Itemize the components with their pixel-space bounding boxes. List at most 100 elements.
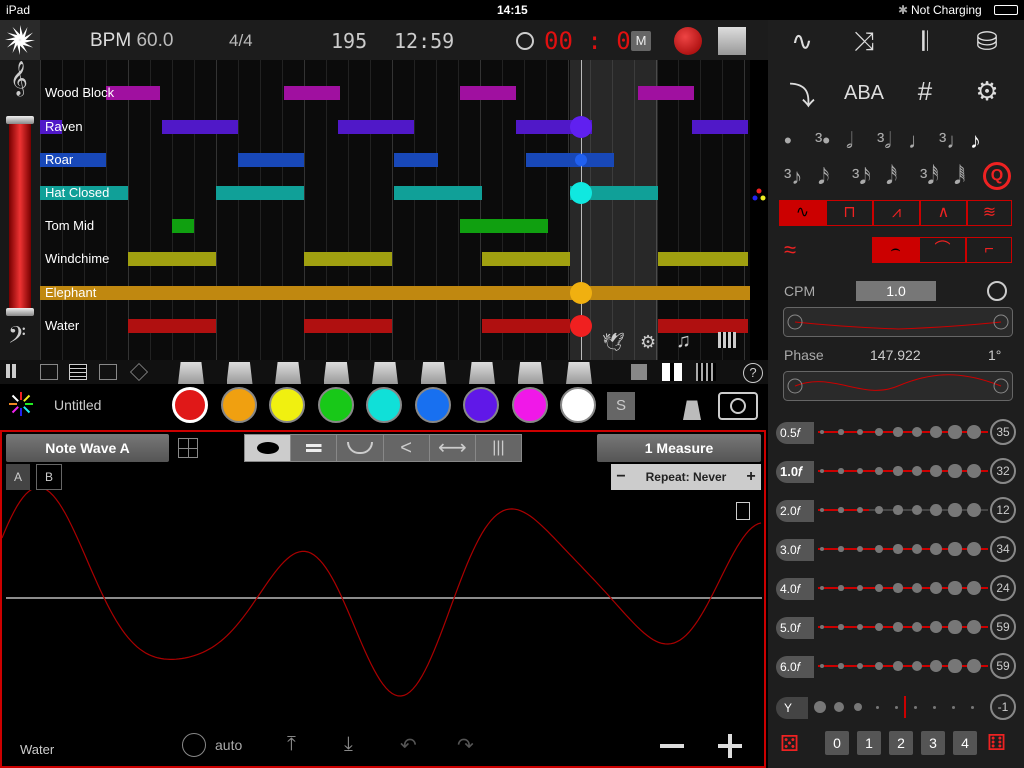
- harmonic-step[interactable]: [875, 467, 883, 475]
- note-duration-icon[interactable]: •: [784, 128, 792, 154]
- dice-left-icon[interactable]: ⚄: [780, 731, 814, 757]
- color-swatch[interactable]: [414, 387, 451, 423]
- note-block[interactable]: [238, 153, 304, 167]
- note-block[interactable]: [658, 319, 748, 333]
- track-label[interactable]: Hat Closed: [45, 185, 109, 200]
- grid-toggle-icon[interactable]: [178, 438, 198, 458]
- harmonic-step[interactable]: [948, 425, 962, 439]
- curve-mode-icon[interactable]: [337, 435, 384, 461]
- note-block[interactable]: [394, 186, 482, 200]
- harmonic-step[interactable]: [856, 467, 864, 475]
- note-block[interactable]: [658, 252, 748, 266]
- multi-view-icon[interactable]: [696, 363, 716, 381]
- harmonic-step[interactable]: [820, 469, 824, 473]
- note-block[interactable]: [284, 86, 340, 100]
- note-key[interactable]: [420, 362, 447, 384]
- harmonic-step[interactable]: [838, 507, 844, 513]
- list-view-icon[interactable]: [69, 364, 87, 380]
- note-key[interactable]: [323, 362, 350, 384]
- harmonic-step[interactable]: [948, 581, 962, 595]
- wave-title-button[interactable]: Note Wave A: [6, 434, 169, 462]
- harmonic-step[interactable]: [911, 465, 923, 477]
- preset-button[interactable]: 1: [857, 731, 881, 755]
- noise-wave-tab[interactable]: ≋: [967, 200, 1012, 226]
- aba-button[interactable]: ABA: [838, 82, 890, 105]
- note-duration-icon[interactable]: ♩: [908, 128, 930, 154]
- harmonic-value[interactable]: 59: [990, 653, 1016, 679]
- gear-icon[interactable]: ⚙: [640, 332, 656, 353]
- harmonic-step[interactable]: [911, 426, 923, 438]
- track-label[interactable]: Water: [45, 318, 79, 333]
- preset-button[interactable]: 2: [889, 731, 913, 755]
- harmonic-step[interactable]: [893, 583, 903, 593]
- app-badge-icon[interactable]: [8, 391, 34, 417]
- square-wave-tab[interactable]: ⊓: [826, 200, 873, 226]
- track-label[interactable]: Windchime: [45, 251, 109, 266]
- sine-wave-tab[interactable]: ∿: [779, 200, 826, 226]
- settings-icon[interactable]: ⚙: [967, 76, 1007, 107]
- color-swatch[interactable]: [317, 387, 354, 423]
- help-icon[interactable]: ?: [743, 363, 763, 383]
- solo-button[interactable]: S: [607, 392, 635, 420]
- y-step[interactable]: [875, 705, 879, 709]
- harmonic-step[interactable]: [820, 547, 824, 551]
- note-block[interactable]: [460, 219, 548, 233]
- harmonic-step[interactable]: [856, 584, 864, 592]
- harmonic-value[interactable]: 35: [990, 419, 1016, 445]
- split-view-icon[interactable]: [662, 363, 682, 381]
- grid-icon[interactable]: #: [905, 76, 945, 107]
- note-duration-icon[interactable]: ³𝅘𝅥𝅰: [920, 164, 939, 190]
- note-block[interactable]: [526, 153, 614, 167]
- repeat-increment[interactable]: +: [741, 468, 761, 486]
- y-step[interactable]: [970, 705, 974, 709]
- harmonic-step[interactable]: [820, 625, 824, 629]
- note-block[interactable]: [40, 286, 750, 300]
- bpm-display[interactable]: BPM 60.0: [90, 30, 173, 52]
- y-step[interactable]: [932, 705, 936, 709]
- harmonic-step[interactable]: [838, 429, 844, 435]
- undo-icon[interactable]: ↶: [400, 733, 417, 758]
- track-label[interactable]: Elephant: [45, 285, 96, 300]
- note-key[interactable]: [566, 362, 592, 384]
- note-key[interactable]: [372, 362, 398, 384]
- harmonic-step[interactable]: [893, 466, 903, 476]
- note-key[interactable]: [226, 362, 253, 384]
- y-offset-marker[interactable]: [904, 696, 906, 718]
- wave-view-icon[interactable]: [99, 364, 117, 380]
- note-key[interactable]: [275, 362, 301, 384]
- quantize-icon[interactable]: Q: [983, 162, 1011, 190]
- harmonic-value[interactable]: 24: [990, 575, 1016, 601]
- y-step[interactable]: [854, 703, 862, 711]
- music-note-icon[interactable]: ♫: [676, 330, 691, 353]
- harmonic-step[interactable]: [838, 468, 844, 474]
- harmonic-step[interactable]: [838, 624, 844, 630]
- harmonic-step[interactable]: [948, 659, 962, 673]
- note-block[interactable]: [692, 120, 748, 134]
- harmonic-step[interactable]: [948, 464, 962, 478]
- y-step[interactable]: [894, 705, 898, 709]
- note-block[interactable]: [394, 153, 438, 167]
- note-duration-icon[interactable]: 𝅘𝅥𝅱: [954, 164, 965, 190]
- harmonic-step[interactable]: [966, 502, 982, 518]
- harmonic-value[interactable]: 34: [990, 536, 1016, 562]
- track-label[interactable]: Tom Mid: [45, 218, 94, 233]
- harmonic-step[interactable]: [820, 430, 824, 434]
- harmonic-value[interactable]: 59: [990, 614, 1016, 640]
- export-icon[interactable]: ⤒: [287, 733, 296, 756]
- pause-icon[interactable]: [6, 364, 10, 378]
- harmonic-step[interactable]: [948, 620, 962, 634]
- y-step[interactable]: [834, 702, 844, 712]
- track-label[interactable]: Raven: [45, 119, 83, 134]
- harmonic-step[interactable]: [911, 621, 923, 633]
- color-swatch[interactable]: [463, 387, 499, 423]
- note-block[interactable]: [638, 86, 694, 100]
- record-button[interactable]: [674, 27, 702, 55]
- harmonic-step[interactable]: [911, 660, 923, 672]
- multi-wave-icon[interactable]: ≈: [784, 237, 796, 263]
- preset-button[interactable]: 3: [921, 731, 945, 755]
- note-duration-icon[interactable]: ³𝅗𝅥: [877, 128, 891, 154]
- harmonic-step[interactable]: [930, 543, 942, 555]
- note-duration-icon[interactable]: ³♩: [939, 128, 968, 154]
- wave-tab-b[interactable]: B: [36, 464, 62, 490]
- app-logo-icon[interactable]: [0, 20, 40, 60]
